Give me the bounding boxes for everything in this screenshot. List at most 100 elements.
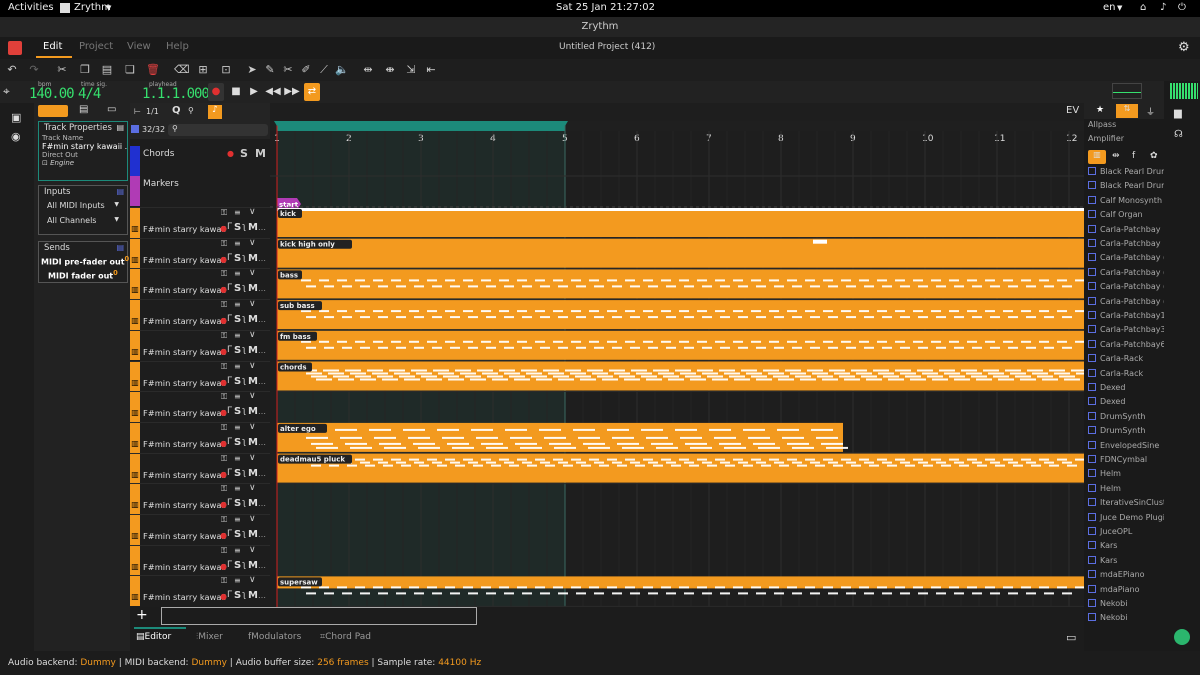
midi-track[interactable]: ▥ F#min starry kawaii ● Г S ʅ M … ⚿ ≡ ∨ [130, 207, 270, 238]
solo-button[interactable]: S [234, 376, 241, 387]
plugin-category[interactable]: Allpass [1088, 120, 1116, 129]
automation-toggle-icon[interactable]: ∨ [249, 483, 256, 493]
tab-editor[interactable]: ▤Editor [136, 632, 171, 642]
lock-icon[interactable]: ⚿ [221, 269, 227, 279]
mute-button[interactable]: M [248, 376, 258, 387]
lock-icon[interactable]: ⚿ [221, 331, 227, 341]
list-icon[interactable]: ≡ [234, 269, 241, 278]
play-button[interactable]: ▶ [246, 83, 262, 101]
chord-track[interactable]: Chords ● S M [130, 146, 270, 176]
timeline-arranger[interactable]: 123456789101112startkickkick high onlyba… [270, 103, 1084, 608]
add-track-button[interactable]: + [136, 607, 148, 623]
more-options-icon[interactable]: … [258, 254, 266, 263]
lock-icon[interactable]: ⚿ [221, 515, 227, 525]
more-options-icon[interactable]: … [258, 284, 266, 293]
list-icon[interactable]: ≡ [234, 239, 241, 248]
more-options-icon[interactable]: … [258, 223, 266, 232]
copy-icon[interactable]: ❐ [78, 63, 92, 76]
rewind-button[interactable]: ◀◀ [265, 83, 281, 101]
zoom-out-icon[interactable]: ⇼ [383, 63, 397, 76]
midi-track[interactable]: ▥ F#min starry kawaii ● Г S ʅ M … ⚿ ≡ ∨ [130, 421, 270, 453]
plugin-list-item[interactable]: Kars [1088, 541, 1117, 550]
lock-icon[interactable]: ⚿ [221, 362, 227, 372]
more-options-icon[interactable]: … [258, 407, 266, 416]
midi-track[interactable]: ▥ F#min starry kawaii ● Г S ʅ M … ⚿ ≡ ∨ [130, 299, 270, 330]
plugin-list-item[interactable]: DrumSynth [1088, 426, 1145, 435]
panel-toggle-icon[interactable]: ▭ [1066, 631, 1076, 644]
plugin-list-item[interactable]: Dexed [1088, 397, 1125, 406]
automation-toggle-icon[interactable]: ∨ [249, 545, 256, 555]
automation-toggle-icon[interactable]: ∨ [249, 391, 256, 401]
quantize-button[interactable]: Q [172, 105, 181, 116]
metronome-icon[interactable]: ⌖ [3, 84, 10, 99]
plug-icon[interactable]: ⏚ [1146, 105, 1155, 118]
list-icon[interactable]: ≡ [234, 208, 241, 217]
monitor-button[interactable]: Г [227, 345, 233, 355]
monitor-button[interactable]: Г [227, 283, 233, 293]
monitor-button[interactable]: Г [227, 314, 233, 324]
automation-toggle-icon[interactable]: ∨ [249, 575, 256, 585]
mute-button[interactable]: M [248, 590, 258, 601]
record-button[interactable]: ● [208, 83, 224, 101]
plugin-list-item[interactable]: Black Pearl Drum [1088, 167, 1164, 176]
solo-button[interactable]: S [234, 222, 241, 233]
plugin-list-item[interactable]: Calf Monosynth [1088, 195, 1162, 205]
lock-icon[interactable]: ⚿ [221, 484, 227, 494]
record-arm-button[interactable]: ● [227, 149, 234, 158]
solo-button[interactable]: S [234, 529, 241, 540]
mute-button[interactable]: M [248, 468, 258, 479]
network-icon[interactable]: ⌂ [1140, 2, 1146, 13]
midi-filter-icon[interactable]: ⇹ [1112, 151, 1120, 161]
tab-mixer[interactable]: ⫶Mixer [196, 632, 223, 642]
ramp-tool-icon[interactable]: ⟋ [317, 63, 331, 77]
plugin-list-item[interactable]: FDNCymbal [1088, 455, 1147, 464]
list-icon[interactable]: ≡ [234, 362, 241, 371]
listen-button[interactable]: ʅ [242, 437, 246, 447]
record-arm-button[interactable]: ● [220, 378, 227, 387]
solo-button[interactable]: S [234, 437, 241, 448]
more-options-icon[interactable]: … [258, 530, 266, 539]
menu-view[interactable]: View [127, 41, 151, 52]
listen-button[interactable]: ʅ [242, 560, 246, 570]
lock-icon[interactable]: ⚿ [221, 423, 227, 433]
midi-track[interactable]: ▥ F#min starry kawaii ● Г S ʅ M … ⚿ ≡ ∨ [130, 391, 270, 422]
mute-button[interactable]: M [248, 345, 258, 356]
more-options-icon[interactable]: … [258, 346, 266, 355]
listen-button[interactable]: ʅ [242, 314, 246, 324]
redo-icon[interactable]: ↷ [27, 63, 41, 76]
listen-button[interactable]: ʅ [242, 498, 246, 508]
automation-toggle-icon[interactable]: ∨ [249, 330, 256, 340]
activities-button[interactable]: Activities [8, 2, 54, 13]
clear-selection-icon[interactable]: ⌫ [174, 63, 190, 76]
mute-button[interactable]: M [248, 314, 258, 325]
plugin-list-item[interactable]: IterativeSinClust [1088, 498, 1164, 507]
monitor-button[interactable]: Г [227, 560, 233, 570]
solo-button[interactable]: S [234, 590, 241, 601]
events-toggle[interactable]: EV [1066, 105, 1079, 116]
instrument-filter-icon[interactable]: ▥ [1088, 150, 1106, 164]
lock-icon[interactable]: ⚿ [221, 454, 227, 464]
plugin-list-item[interactable]: Carla-Patchbay [1088, 224, 1160, 234]
record-arm-button[interactable]: ● [220, 531, 227, 540]
list-icon[interactable]: ≡ [234, 392, 241, 401]
mute-button[interactable]: M [248, 560, 258, 571]
scissors-tool-icon[interactable]: ✂ [281, 63, 295, 76]
plugin-list-item[interactable]: Nekobi [1088, 599, 1127, 608]
snap-value[interactable]: 1/1 [146, 107, 159, 116]
plugin-list-item[interactable]: Carla-Patchbay6 [1088, 339, 1164, 349]
plugin-list-item[interactable]: Nekobi [1088, 613, 1127, 622]
audition-tool-icon[interactable]: 🔈 [335, 63, 349, 76]
timesig-display[interactable]: 4/4 [78, 86, 101, 102]
automation-toggle-icon[interactable]: ∨ [249, 299, 256, 309]
arranger-canvas[interactable]: 123456789101112startkickkick high onlyba… [270, 103, 1084, 608]
listen-button[interactable]: ʅ [242, 376, 246, 386]
midi-track[interactable]: ▥ F#min starry kawaii ● Г S ʅ M … ⚿ ≡ ∨ [130, 452, 270, 484]
monitor-button[interactable]: Г [227, 437, 233, 447]
lock-icon[interactable]: ⚿ [221, 208, 227, 218]
automation-toggle-icon[interactable]: ∨ [249, 238, 256, 248]
record-arm-button[interactable]: ● [220, 470, 227, 479]
gear-icon[interactable]: ⚙ [1178, 40, 1190, 55]
list-icon[interactable]: ≡ [234, 423, 241, 432]
solo-button[interactable]: S [234, 253, 241, 264]
lock-icon[interactable]: ⚿ [221, 576, 227, 586]
